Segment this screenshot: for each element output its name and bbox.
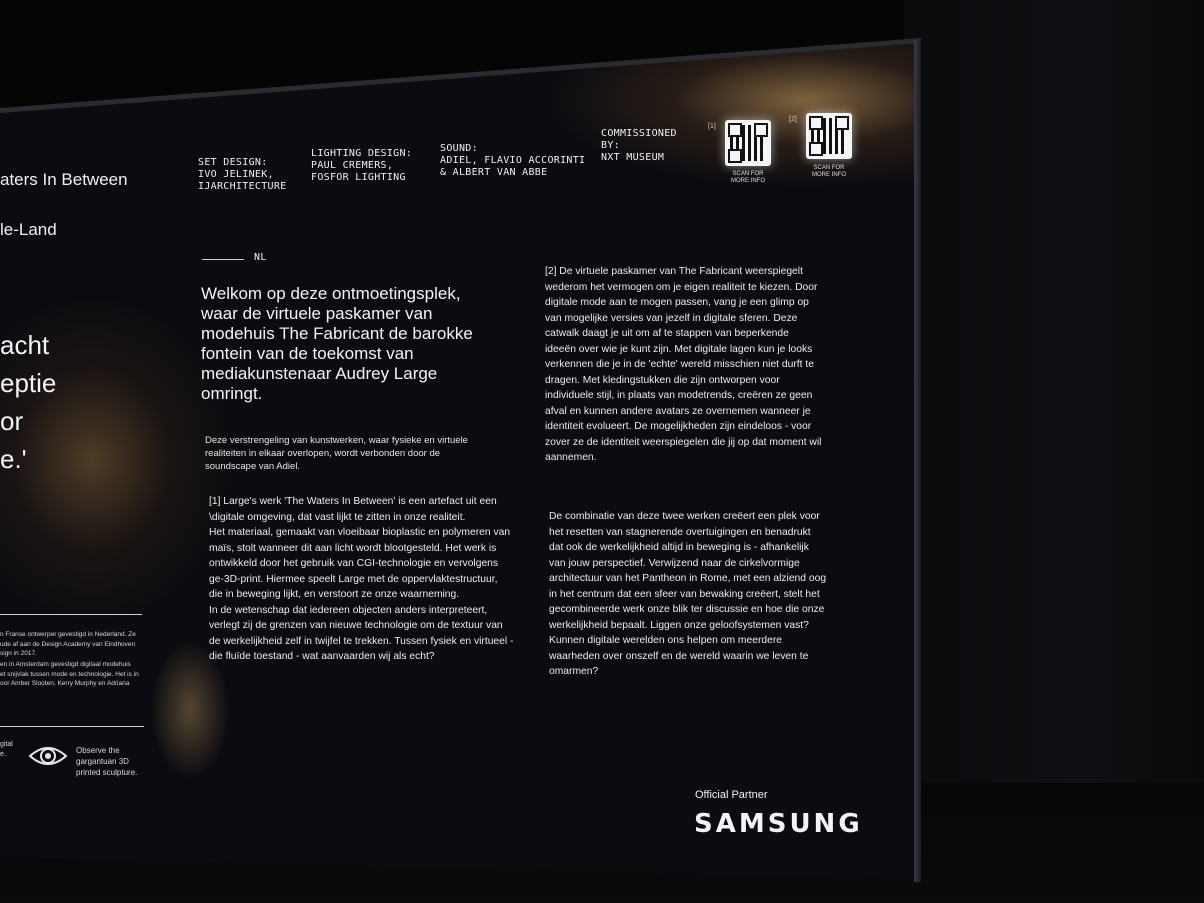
credit-set-design: SET DESIGN: IVO JELINEK, IJARCHITECTURE [198, 157, 287, 192]
left-title-fragment: aters In Between [0, 170, 128, 189]
left-bio-2: en in Amsterdam gevestigd digitaal modeh… [0, 661, 139, 687]
screen-bezel-right [914, 40, 921, 882]
lead-paragraph: Welkom op deze ontmoetingsplek, waar de … [201, 284, 473, 403]
qr-marker-2: [2] [789, 116, 797, 123]
left-subtitle-fragment: le-Land [0, 220, 57, 239]
fabricant-paragraph: [2] De virtuele paskamer van The Fabrica… [545, 266, 822, 463]
left-bio-1: n Franse ontwerper gevestigd in Nederlan… [0, 631, 136, 657]
partner-label: Official Partner [695, 789, 768, 801]
left-fragment: gital e. [0, 741, 13, 758]
qr-label-2: SCAN FOR MORE INFO [812, 165, 846, 178]
left-quote-fragment: acht eptie or e.' [0, 330, 57, 474]
eye-icon [28, 747, 68, 765]
qr-label-1: SCAN FOR MORE INFO [731, 171, 765, 184]
light-reflection [540, 42, 918, 190]
qr-code-1[interactable] [725, 120, 771, 166]
credit-sound: SOUND: ADIEL, FLAVIO ACCORINTI & ALBERT … [440, 143, 586, 178]
waters-in-between-paragraph: [1] Large's werk 'The Waters In Between'… [209, 496, 514, 662]
room-wall [904, 0, 1204, 903]
combination-paragraph: De combinatie van deze twee werken creëe… [549, 511, 827, 677]
left-divider-1 [0, 614, 142, 615]
language-label: NL [254, 252, 267, 263]
credit-commissioned: COMMISSIONED BY: NXT MUSEUM [601, 128, 677, 163]
qr-marker-1: [1] [708, 123, 716, 130]
samsung-logo: SAMSUNG [694, 809, 863, 839]
language-rule [202, 259, 244, 260]
eye-caption: Observe the gargantuan 3D printed sculpt… [76, 746, 138, 777]
intro-paragraph: Deze verstrengeling van kunstwerken, waa… [205, 435, 468, 472]
qr-code-2[interactable] [806, 113, 852, 159]
left-divider-2 [0, 726, 144, 727]
credit-lighting-design: LIGHTING DESIGN: PAUL CREMERS, FOSFOR LI… [311, 148, 413, 183]
